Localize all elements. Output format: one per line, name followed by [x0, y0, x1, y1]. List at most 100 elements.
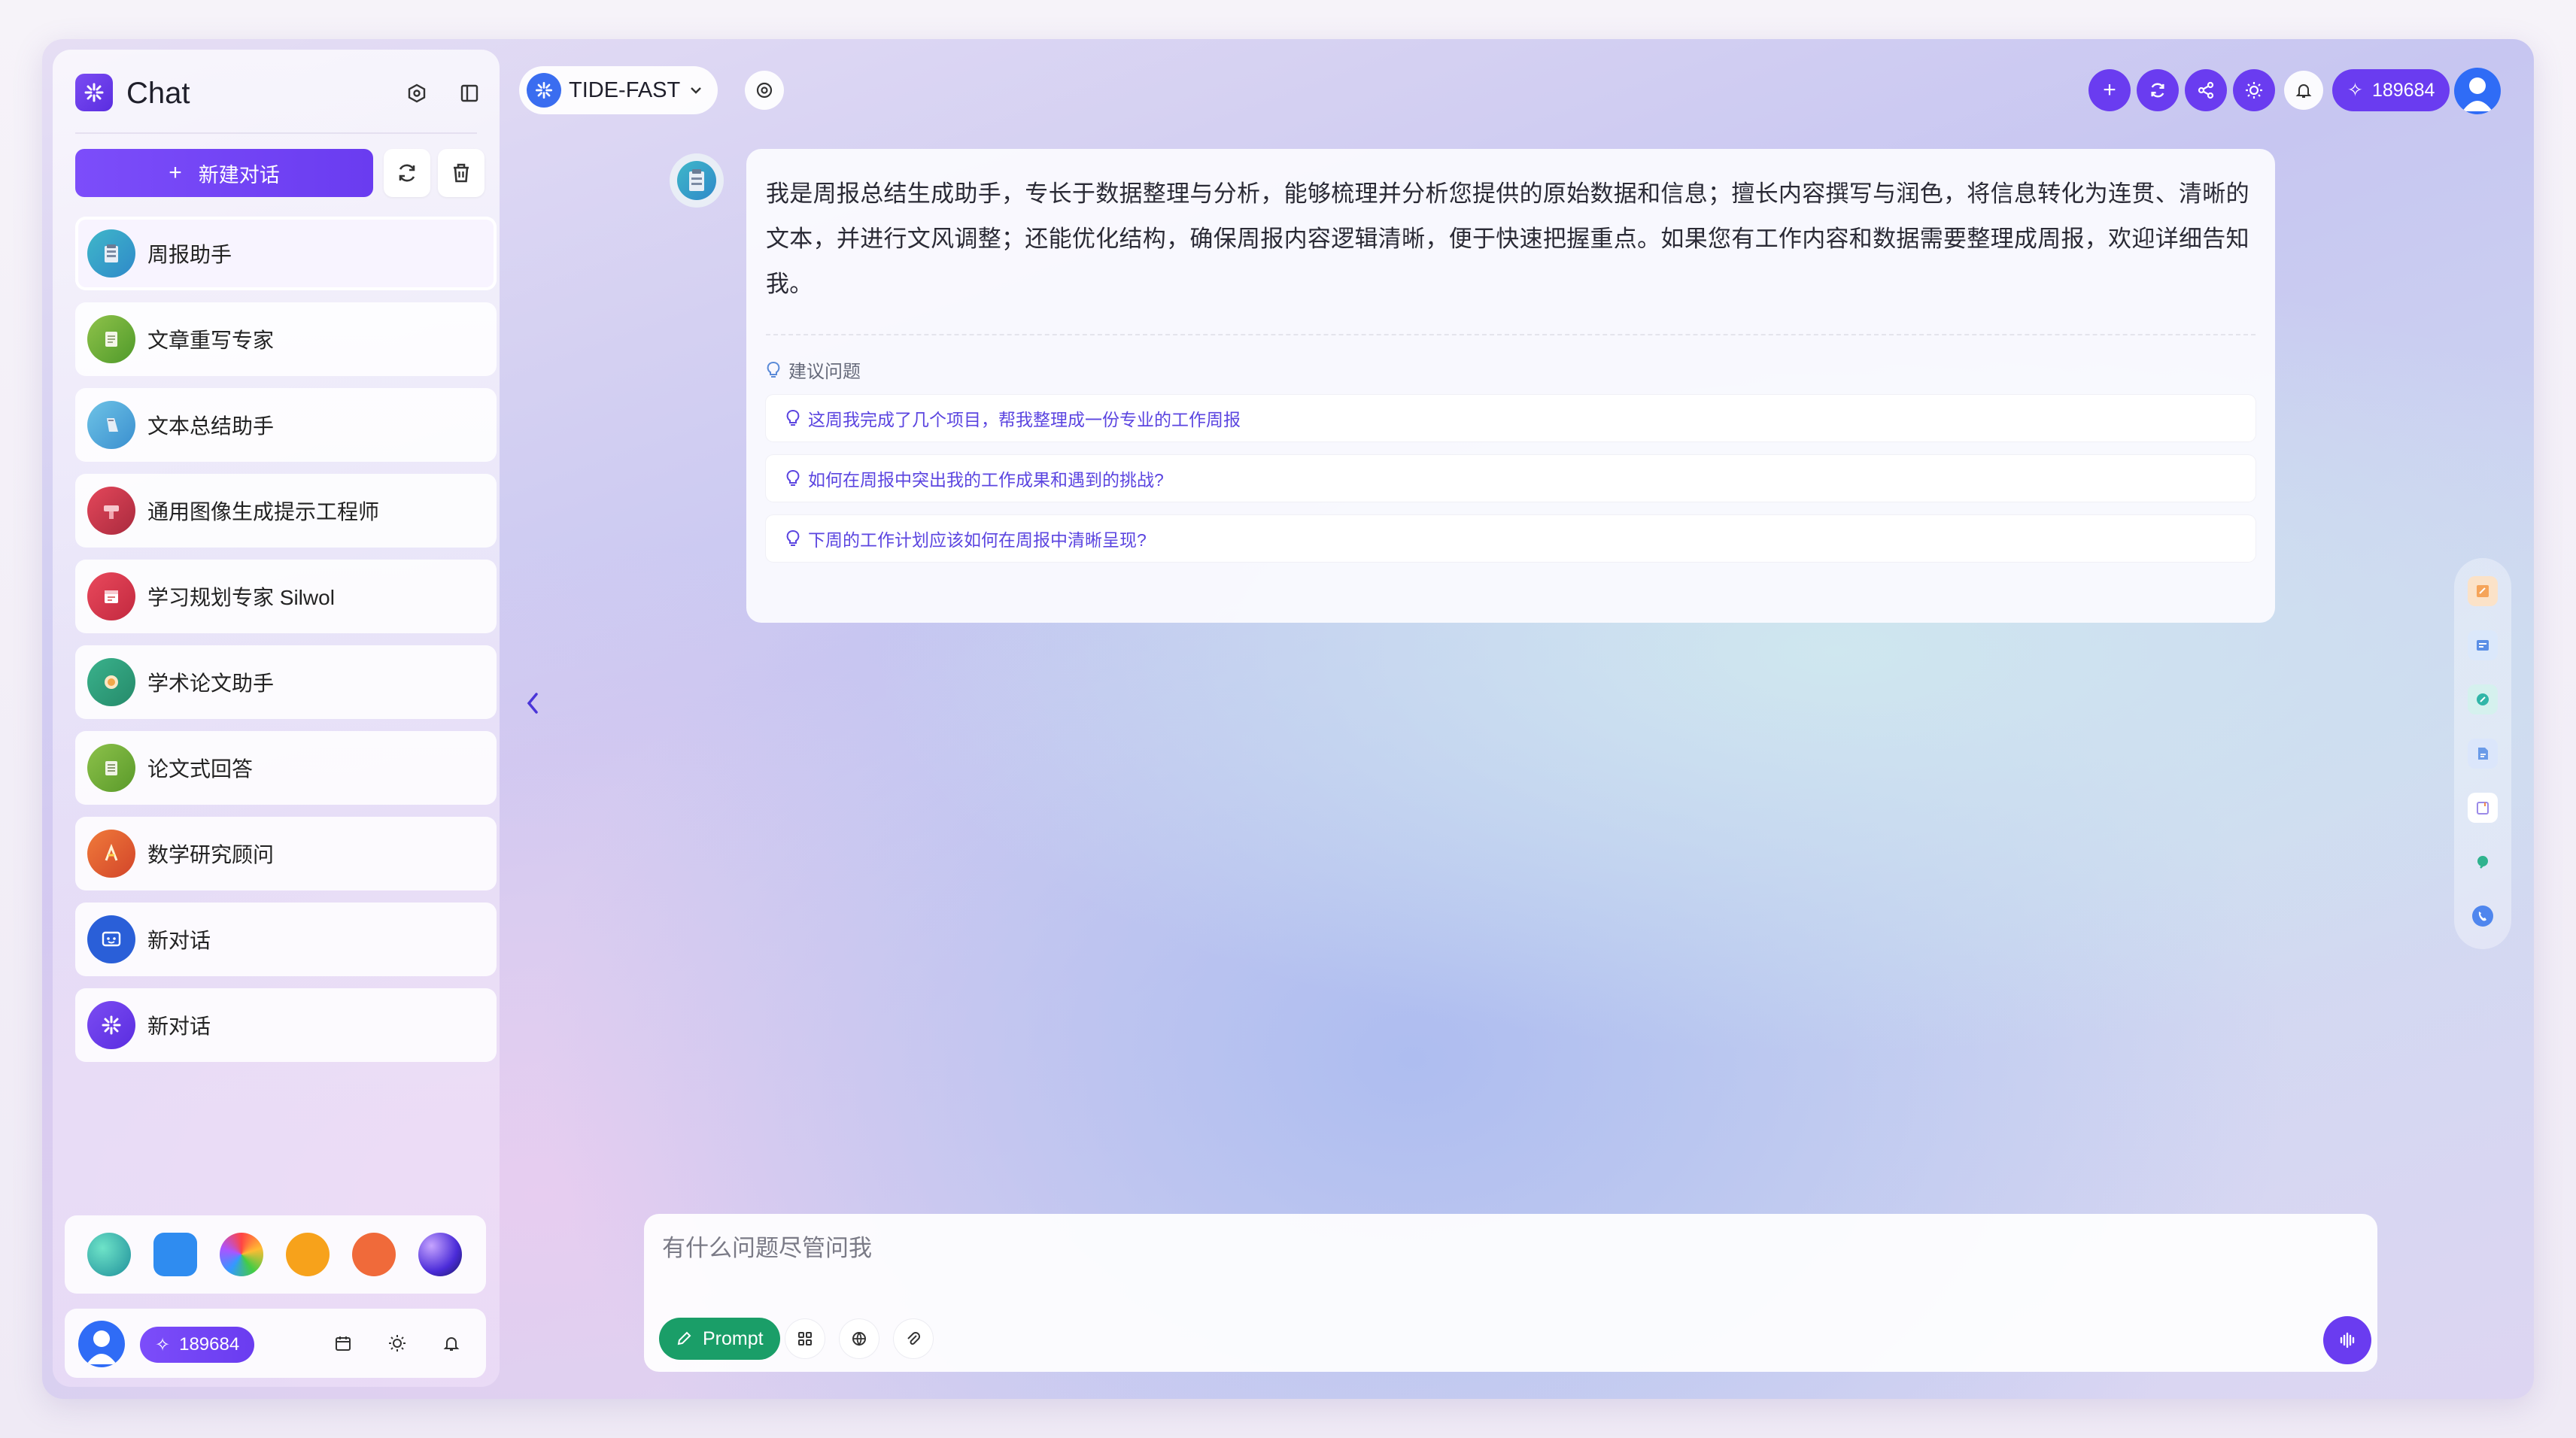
refresh-button[interactable] [384, 149, 430, 197]
planet-app-icon[interactable] [87, 1233, 131, 1276]
grid-plugin-icon [798, 1332, 812, 1345]
suggestions-title: 建议问题 [788, 362, 861, 382]
suggestions-header: 建议问题 [766, 356, 2256, 383]
math-advisor-avatar-icon [87, 830, 135, 878]
points-badge[interactable]: ✧ 189684 [140, 1327, 255, 1363]
trash-icon [454, 163, 469, 183]
sidebar-toggle-icon[interactable] [456, 80, 483, 107]
top-points-badge[interactable]: ✧ 189684 [2332, 69, 2450, 111]
conversation-list: 周报助手 文章重写专家 文本总结助手 通用图像生成提示工程师 学习规划专家 Si… [75, 217, 497, 1074]
play-app-icon[interactable] [286, 1233, 330, 1276]
flower-app-icon[interactable] [220, 1233, 263, 1276]
suggestion-text: 下周的工作计划应该如何在周报中清晰呈现? [808, 530, 1147, 550]
target-settings-icon [756, 82, 773, 99]
app-title: Chat [126, 77, 190, 110]
lightbulb-icon [786, 470, 800, 486]
conversation-item-new-chat-2[interactable]: 新对话 [75, 988, 497, 1062]
chevron-left-icon [527, 693, 538, 714]
calendar-icon[interactable] [330, 1330, 357, 1357]
sparkle-icon: ✧ [155, 1334, 171, 1355]
chevron-down-icon [691, 87, 702, 94]
suggestion-item[interactable]: 如何在周报中突出我的工作成果和遇到的挑战? [766, 455, 2256, 502]
text-summary-avatar-icon [87, 401, 135, 449]
model-selector[interactable]: TIDE-FAST [519, 66, 718, 114]
notification-button[interactable] [2284, 71, 2323, 110]
points-value: 189684 [2371, 79, 2435, 101]
web-search-button[interactable] [840, 1319, 879, 1358]
top-user-avatar[interactable] [2454, 68, 2501, 114]
share-icon [2198, 81, 2214, 99]
conversation-label: 学术论文助手 [147, 672, 275, 695]
theme-button[interactable] [2233, 69, 2275, 111]
user-avatar[interactable] [78, 1321, 125, 1367]
bell-icon [2295, 84, 2312, 98]
suggestion-text: 如何在周报中突出我的工作成果和遇到的挑战? [808, 470, 1164, 490]
sync-icon [2151, 83, 2164, 98]
orb-app-icon[interactable] [418, 1233, 462, 1276]
voice-input-button[interactable] [2323, 1316, 2371, 1364]
attach-button[interactable] [894, 1319, 933, 1358]
voice-wave-icon [2340, 1332, 2355, 1349]
conversation-item-math-advisor[interactable]: 数学研究顾问 [75, 817, 497, 890]
suggestion-item[interactable]: 下周的工作计划应该如何在周报中清晰呈现? [766, 515, 2256, 562]
conversation-item-study-plan[interactable]: 学习规划专家 Silwol [75, 560, 497, 633]
conversation-item-essay-answer[interactable]: 论文式回答 [75, 731, 497, 805]
collapse-sidebar-button[interactable] [518, 684, 548, 722]
bell-icon[interactable] [438, 1330, 465, 1357]
sidebar-divider [75, 132, 477, 134]
assistant-avatar [670, 153, 724, 208]
conversation-label: 文章重写专家 [147, 329, 275, 352]
ppt-app-icon[interactable] [352, 1233, 396, 1276]
pencil-icon [677, 1331, 691, 1345]
app-window: Chat + 新建对话 周报助手 文章重写专家 文本总结助手 通用图像生成提示工… [42, 39, 2534, 1399]
note-tool-icon[interactable] [2468, 576, 2498, 606]
chat-robot-avatar-icon [87, 915, 135, 963]
theme-sun-icon[interactable] [384, 1330, 411, 1357]
chat-input-box: Prompt [644, 1214, 2377, 1372]
settings-hex-icon[interactable] [403, 80, 430, 107]
sparkle-icon: ✧ [2347, 80, 2363, 101]
conversation-label: 新对话 [147, 929, 211, 952]
conversation-item-new-chat-1[interactable]: 新对话 [75, 903, 497, 976]
model-name: TIDE-FAST [569, 77, 681, 102]
conversation-label: 通用图像生成提示工程师 [147, 500, 380, 523]
form-tool-icon[interactable] [2468, 630, 2498, 660]
plugin-button[interactable] [785, 1319, 825, 1358]
conversation-label: 论文式回答 [147, 757, 254, 781]
message-divider [766, 334, 2256, 335]
paperclip-icon [907, 1332, 920, 1345]
robot-app-icon[interactable] [153, 1233, 197, 1276]
chat-bubble-tool-icon[interactable] [2468, 847, 2498, 877]
phone-tool-icon[interactable] [2468, 901, 2498, 931]
suggestion-text: 这周我完成了几个项目，帮我整理成一份专业的工作周报 [808, 410, 1241, 429]
sync-button[interactable] [2137, 69, 2179, 111]
clipboard-tool-icon[interactable] [2468, 793, 2498, 823]
link-tool-icon[interactable] [2468, 684, 2498, 714]
new-chat-button[interactable]: + 新建对话 [75, 149, 373, 197]
lightbulb-icon [786, 530, 800, 546]
conversation-item-weekly-report[interactable]: 周报助手 [75, 217, 497, 290]
academic-paper-avatar-icon [87, 658, 135, 706]
chat-input[interactable] [662, 1229, 2317, 1289]
prompt-button[interactable]: Prompt [659, 1318, 780, 1360]
conversation-label: 新对话 [147, 1015, 211, 1038]
model-settings-button[interactable] [745, 71, 784, 110]
sidebar-header: Chat [53, 50, 500, 132]
add-button[interactable]: + [2088, 69, 2131, 111]
globe-icon [852, 1332, 866, 1346]
image-prompt-avatar-icon [87, 487, 135, 535]
delete-button[interactable] [438, 149, 485, 197]
conversation-item-academic-paper[interactable]: 学术论文助手 [75, 645, 497, 719]
conversation-item-text-summary[interactable]: 文本总结助手 [75, 388, 497, 462]
document-tool-icon[interactable] [2468, 739, 2498, 769]
points-value: 189684 [179, 1334, 240, 1355]
model-logo-icon [527, 73, 561, 108]
plus-icon: + [169, 160, 182, 185]
lightbulb-icon [767, 361, 780, 378]
conversation-item-article-rewrite[interactable]: 文章重写专家 [75, 302, 497, 376]
suggestion-item[interactable]: 这周我完成了几个项目，帮我整理成一份专业的工作周报 [766, 395, 2256, 441]
prompt-label: Prompt [703, 1327, 764, 1349]
share-button[interactable] [2185, 69, 2227, 111]
conversation-item-image-prompt[interactable]: 通用图像生成提示工程师 [75, 474, 497, 548]
lightbulb-icon [786, 410, 800, 426]
